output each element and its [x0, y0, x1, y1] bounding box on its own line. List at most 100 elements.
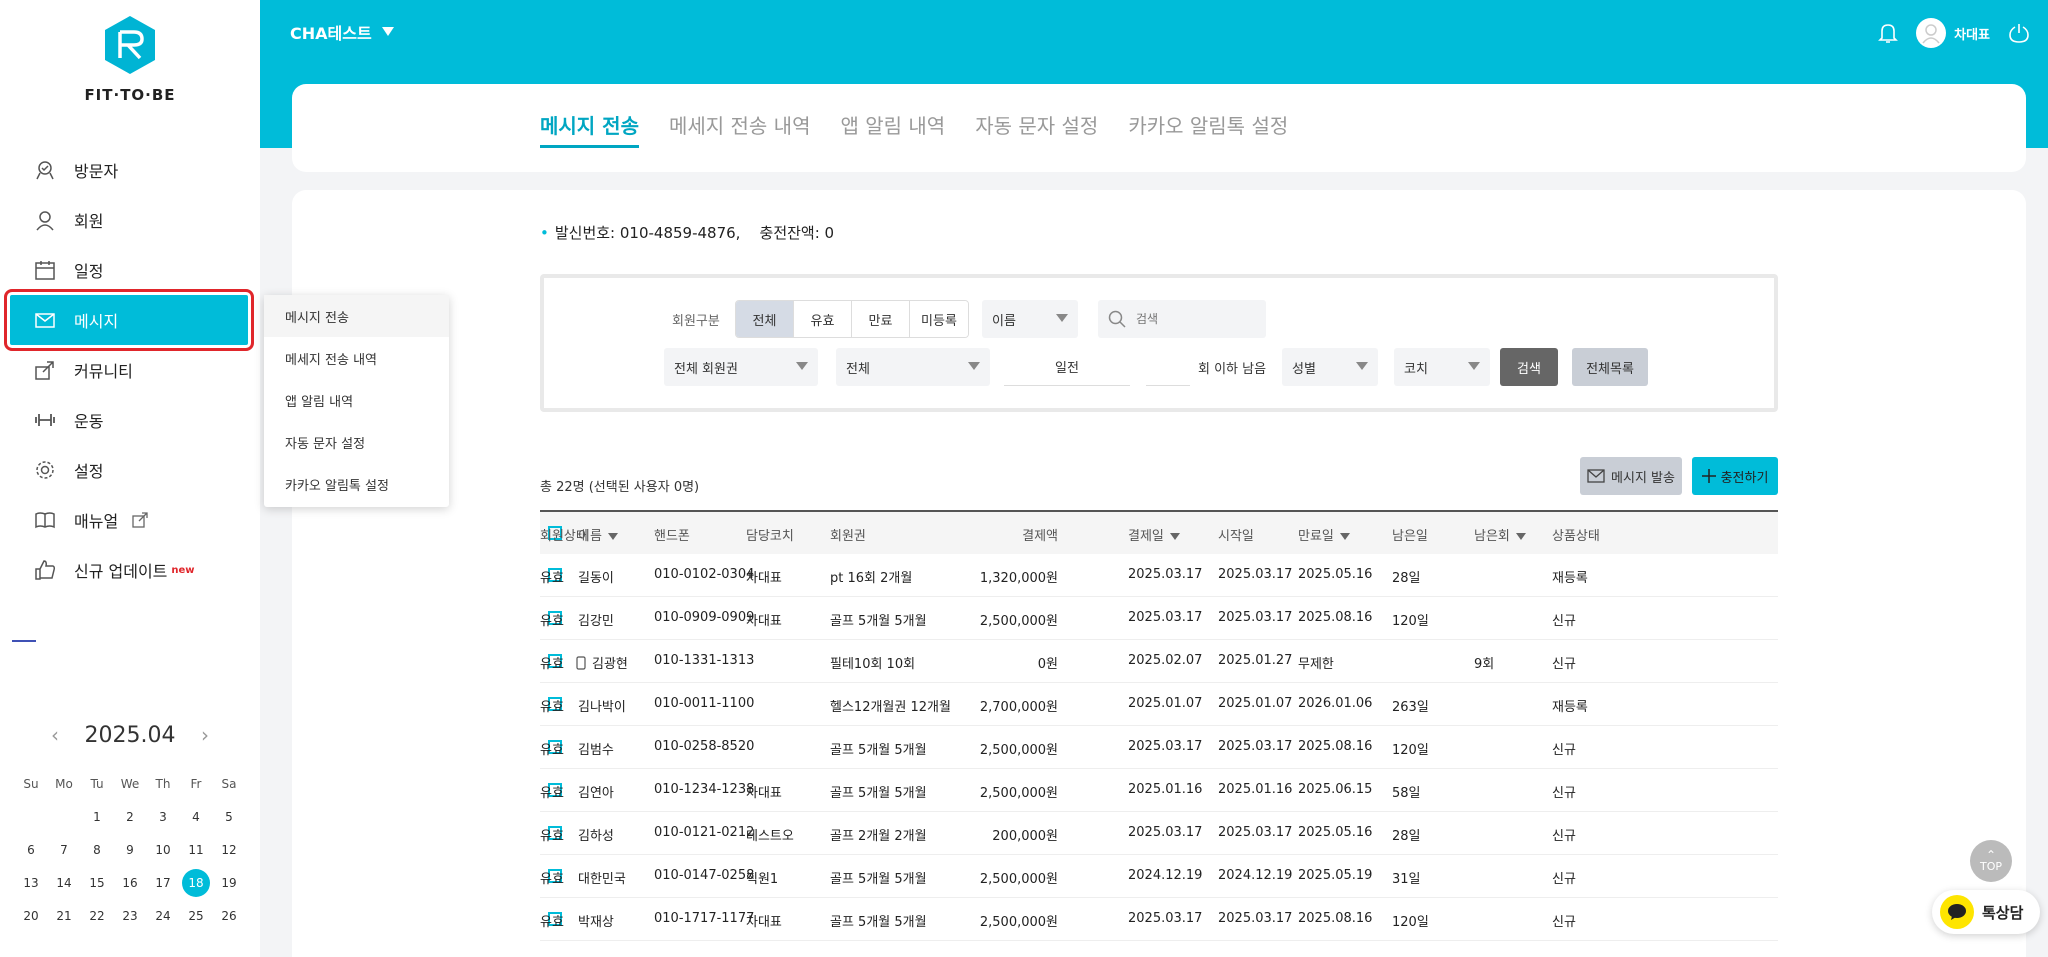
- table-row[interactable]: 유효 길동이 010-0102-0304 차대표 pt 16회 2개월 1,320,000…: [540, 554, 1778, 597]
- cell-text: 차대표: [746, 614, 782, 629]
- calendar-day[interactable]: 24: [147, 899, 180, 932]
- sort-caret-icon[interactable]: [1169, 533, 1180, 540]
- calendar-day[interactable]: 1: [81, 800, 114, 833]
- table-row[interactable]: 유효 대한민국 010-0147-0258 직원1 골프 5개월 5개월 2,500,00…: [540, 855, 1778, 898]
- tab-app-notifications[interactable]: 앱 알림 내역: [840, 110, 945, 148]
- calendar-day[interactable]: 14: [48, 866, 81, 899]
- column-header[interactable]: 결제일: [1128, 525, 1180, 544]
- coach-select[interactable]: 코치: [1394, 348, 1490, 386]
- table-row[interactable]: 유효 김강민 010-0909-0909 차대표 골프 5개월 5개월 2,500,000…: [540, 597, 1778, 640]
- gender-select[interactable]: 성별: [1282, 348, 1378, 386]
- sort-caret-icon[interactable]: [607, 533, 618, 540]
- column-header[interactable]: 남은회: [1474, 525, 1526, 544]
- table-cell: 헬스12개월권 12개월: [830, 696, 951, 715]
- sidebar-item-update[interactable]: 신규 업데이트 new: [0, 545, 260, 595]
- submenu-kakao-settings[interactable]: 카카오 알림톡 설정: [264, 463, 449, 505]
- sidebar-item-visitor[interactable]: 방문자: [0, 145, 260, 195]
- send-message-button[interactable]: 메시지 발송: [1580, 457, 1682, 495]
- table-row[interactable]: 유효 김나박이 010-0011-1100 헬스12개월권 12개월 2,700,000…: [540, 683, 1778, 726]
- calendar-day[interactable]: 20: [15, 899, 48, 932]
- calendar-day[interactable]: 26: [213, 899, 246, 932]
- submenu-auto-sms[interactable]: 자동 문자 설정: [264, 421, 449, 463]
- table-row[interactable]: 유효 김광현 010-1331-1313 필테10회 10회 0원 2025.02.07 2…: [540, 640, 1778, 683]
- cell-text: 58일: [1392, 786, 1421, 801]
- table-row[interactable]: 유효 박재상 010-1717-1177 차대표 골프 5개월 5개월 2,500,000…: [540, 898, 1778, 941]
- segment-unregistered[interactable]: 미등록: [910, 301, 968, 337]
- all-select[interactable]: 전체: [836, 348, 990, 386]
- column-header[interactable]: 이름: [578, 525, 618, 544]
- name-select[interactable]: 이름: [982, 300, 1078, 338]
- calendar-day[interactable]: 25: [180, 899, 213, 932]
- bell-icon[interactable]: [1878, 22, 1899, 44]
- segment-valid[interactable]: 유효: [794, 301, 852, 337]
- table-cell: 골프 5개월 5개월: [830, 868, 927, 887]
- prev-month-icon[interactable]: ‹: [35, 723, 75, 747]
- table-cell: 120일: [1392, 739, 1429, 758]
- submenu-send-message[interactable]: 메시지 전송: [264, 295, 449, 337]
- search-input[interactable]: [1136, 312, 1246, 326]
- calendar-day[interactable]: 9: [114, 833, 147, 866]
- calendar-day[interactable]: 19: [213, 866, 246, 899]
- power-icon[interactable]: [2008, 22, 2030, 44]
- column-header-label: 핸드폰: [654, 529, 690, 544]
- table-row[interactable]: 유효 김범수 010-0258-8520 골프 5개월 5개월 2,500,000원 20…: [540, 726, 1778, 769]
- scroll-top-button[interactable]: ⌃ TOP: [1970, 840, 2012, 882]
- all-list-button[interactable]: 전체목록: [1572, 348, 1648, 386]
- calendar-day[interactable]: 6: [15, 833, 48, 866]
- calendar-day[interactable]: 8: [81, 833, 114, 866]
- sidebar-item-manual[interactable]: 매뉴얼: [0, 495, 260, 545]
- calendar-day[interactable]: 3: [147, 800, 180, 833]
- sidebar-item-message[interactable]: 메시지: [4, 289, 254, 351]
- calendar-day[interactable]: 10: [147, 833, 180, 866]
- column-header: 남은일: [1392, 525, 1428, 544]
- cell-text: 2,500,000원: [979, 614, 1058, 629]
- sidebar-item-settings[interactable]: 설정: [0, 445, 260, 495]
- user-profile[interactable]: 차대표: [1916, 18, 1990, 48]
- calendar-day[interactable]: 16: [114, 866, 147, 899]
- table-cell: 2025.06.15: [1298, 782, 1372, 797]
- sort-caret-icon[interactable]: [1515, 533, 1526, 540]
- table-row[interactable]: 유효 김연아 010-1234-1238 차대표 골프 5개월 5개월 2,500,000…: [540, 769, 1778, 812]
- sidebar-item-exercise[interactable]: 운동: [0, 395, 260, 445]
- pass-select[interactable]: 전체 회원권: [664, 348, 818, 386]
- tab-kakao-settings[interactable]: 카카오 알림톡 설정: [1128, 110, 1288, 148]
- sidebar-item-schedule[interactable]: 일정: [0, 245, 260, 295]
- tab-send-history[interactable]: 메세지 전송 내역: [669, 110, 811, 148]
- times-input[interactable]: [1146, 348, 1190, 386]
- calendar-day[interactable]: 21: [48, 899, 81, 932]
- calendar-day[interactable]: 22: [81, 899, 114, 932]
- calendar-day[interactable]: 15: [81, 866, 114, 899]
- tab-auto-sms[interactable]: 자동 문자 설정: [975, 110, 1098, 148]
- table-cell: 2025.03.17: [1218, 567, 1292, 582]
- calendar-day[interactable]: 4: [180, 800, 213, 833]
- segment-all[interactable]: 전체: [736, 301, 794, 337]
- table-row[interactable]: 유효 김하성 010-0121-0212 테스트오 골프 2개월 2개월 200,000원…: [540, 812, 1778, 855]
- gym-selector[interactable]: CHA테스트: [290, 20, 394, 44]
- column-header[interactable]: 만료일: [1298, 525, 1350, 544]
- calendar-day[interactable]: 12: [213, 833, 246, 866]
- charge-button[interactable]: 충전하기: [1692, 457, 1778, 495]
- sidebar-item-member[interactable]: 회원: [0, 195, 260, 245]
- calendar-day[interactable]: 2: [114, 800, 147, 833]
- sidebar-item-community[interactable]: 커뮤니티: [0, 345, 260, 395]
- cell-text: 2025.06.15: [1298, 782, 1373, 797]
- thumbs-up-icon: [34, 559, 56, 581]
- calendar-day[interactable]: 11: [180, 833, 213, 866]
- submenu-app-notifications[interactable]: 앱 알림 내역: [264, 379, 449, 421]
- calendar-today[interactable]: 18: [180, 866, 213, 899]
- calendar-day[interactable]: 5: [213, 800, 246, 833]
- search-button[interactable]: 검색: [1500, 348, 1558, 386]
- chat-consult-button[interactable]: 톡상담: [1932, 890, 2040, 934]
- calendar-day[interactable]: 7: [48, 833, 81, 866]
- calendar-day[interactable]: 13: [15, 866, 48, 899]
- cell-text: 박재상: [578, 915, 614, 930]
- next-month-icon[interactable]: ›: [185, 723, 225, 747]
- tab-send-message[interactable]: 메시지 전송: [540, 110, 639, 148]
- submenu-send-history[interactable]: 메세지 전송 내역: [264, 337, 449, 379]
- segment-expired[interactable]: 만료: [852, 301, 910, 337]
- logo[interactable]: FIT·TO·BE: [0, 14, 260, 104]
- sort-caret-icon[interactable]: [1339, 533, 1350, 540]
- calendar-day[interactable]: 23: [114, 899, 147, 932]
- calendar-day[interactable]: 17: [147, 866, 180, 899]
- days-input[interactable]: 일전: [1004, 348, 1130, 386]
